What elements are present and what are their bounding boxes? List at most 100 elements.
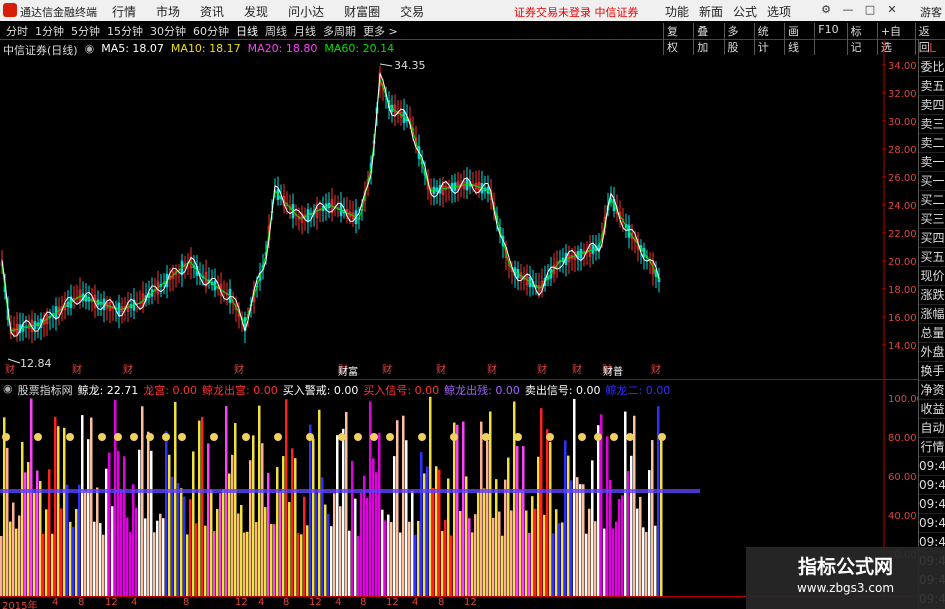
side-item-2[interactable]: 卖五 — [919, 77, 945, 96]
indicator-bar — [381, 509, 384, 596]
indicator-bar — [120, 490, 123, 596]
event-marker-6[interactable]: 财 — [436, 363, 446, 376]
indicator-bar — [429, 396, 432, 596]
period-tab-7[interactable]: 周线 — [265, 23, 287, 39]
side-item-5[interactable]: 卖二 — [919, 134, 945, 153]
time-tick-1: 4 — [52, 597, 59, 608]
minimize-icon[interactable]: — — [840, 2, 856, 18]
indicator-bar — [516, 446, 519, 596]
side-item-24[interactable]: 09:47 — [919, 495, 945, 514]
indicator-bar — [102, 534, 105, 596]
side-item-8[interactable]: 买二 — [919, 191, 945, 210]
indicator-bar — [81, 415, 84, 596]
menu-item-gongshi[interactable]: 公式 — [733, 3, 757, 20]
event-marker-2[interactable]: 财 — [123, 363, 133, 376]
indicator-name[interactable]: 股票指标网 — [18, 382, 73, 398]
side-item-9[interactable]: 买三 — [919, 210, 945, 229]
menu-item-wenxiaoda[interactable]: 问小达 — [288, 3, 324, 20]
event-marker-9[interactable]: 财 — [572, 363, 582, 376]
period-tab-9[interactable]: 多周期 — [323, 23, 356, 39]
period-tab-8[interactable]: 月线 — [294, 23, 316, 39]
indicator-bars — [0, 396, 663, 596]
side-item-14[interactable]: 涨幅 — [919, 305, 945, 324]
period-tab-2[interactable]: 5分钟 — [71, 23, 100, 39]
guest-label[interactable]: 游客 — [920, 4, 942, 20]
side-item-6[interactable]: 卖一 — [919, 153, 945, 172]
side-item-7[interactable]: 买一 — [919, 172, 945, 191]
close-icon[interactable]: ✕ — [884, 2, 900, 18]
event-marker-0[interactable]: 财 — [5, 363, 15, 376]
signal-icon — [514, 433, 522, 441]
indicator-bar — [648, 470, 651, 596]
indicator-bar — [84, 490, 87, 596]
event-markers: 财财财财财财财财财财财财财富 财普 — [5, 363, 661, 378]
side-item-12[interactable]: 现价 — [919, 267, 945, 286]
menu-item-jiaoyi[interactable]: 交易 — [400, 3, 424, 20]
side-item-1[interactable]: 委比 — [919, 58, 945, 77]
period-tab-6[interactable]: 日线 — [236, 23, 258, 39]
indicator-bar — [237, 513, 240, 596]
side-item-3[interactable]: 卖四 — [919, 96, 945, 115]
settings-icon[interactable]: ⚙ — [818, 2, 834, 18]
period-tab-5[interactable]: 60分钟 — [193, 23, 229, 39]
side-item-23[interactable]: 09:47 — [919, 476, 945, 495]
menu-item-xinmian[interactable]: 新面 — [699, 3, 723, 20]
period-tab-3[interactable]: 15分钟 — [107, 23, 143, 39]
period-tab-10[interactable]: 更多 > — [363, 23, 398, 39]
indicator-bar — [585, 533, 588, 596]
menu-item-shichang[interactable]: 市场 — [156, 3, 180, 20]
side-item-11[interactable]: 买五 — [919, 248, 945, 267]
side-item-17[interactable]: 换手 — [919, 362, 945, 381]
menu-item-faxian[interactable]: 发现 — [244, 3, 268, 20]
event-marker-1[interactable]: 财 — [72, 363, 82, 376]
event-marker-7[interactable]: 财 — [487, 363, 497, 376]
menu-item-zixun[interactable]: 资讯 — [200, 3, 224, 20]
event-marker-11[interactable]: 财 — [651, 363, 661, 376]
price-tick-3: 28.00 — [888, 145, 917, 156]
event-marker-labeled-1[interactable]: 财普 — [603, 365, 623, 378]
event-marker-5[interactable]: 财 — [382, 363, 392, 376]
menu-item-gongneng[interactable]: 功能 — [665, 3, 689, 20]
side-item-21[interactable]: 行情 — [919, 438, 945, 457]
indicator-toggle-icon[interactable]: ◉ — [3, 382, 13, 398]
menu-item-hangqing[interactable]: 行情 — [112, 3, 136, 20]
indicator-bar — [417, 520, 420, 596]
event-marker-3[interactable]: 财 — [234, 363, 244, 376]
indicator-bar — [654, 525, 657, 596]
side-item-25[interactable]: 09:47 — [919, 514, 945, 533]
menu-item-xuanxiang[interactable]: 选项 — [767, 3, 791, 20]
indicator-bar — [201, 416, 204, 596]
candlestick-chart[interactable]: 34.00 32.00 30.00 28.00 26.00 24.00 22.00 20.00… — [0, 39, 918, 599]
period-tab-4[interactable]: 30分钟 — [150, 23, 186, 39]
event-marker-labeled-0[interactable]: 财富 — [338, 365, 358, 378]
indicator-bar — [345, 411, 348, 596]
side-item-0[interactable]: L — [919, 39, 945, 58]
event-marker-8[interactable]: 财 — [537, 363, 547, 376]
indicator-bar — [360, 492, 363, 596]
period-tab-0[interactable]: 分时 — [6, 23, 28, 39]
menu-item-caifuquan[interactable]: 财富圈 — [344, 3, 380, 20]
indicator-bar — [441, 531, 444, 596]
indicator-bar — [612, 528, 615, 596]
side-item-13[interactable]: 涨跌 — [919, 286, 945, 305]
time-tick-14: 8 — [438, 597, 445, 608]
indicator-bar — [114, 399, 117, 596]
side-item-4[interactable]: 卖三 — [919, 115, 945, 134]
time-tick-12: 12 — [386, 597, 399, 608]
side-item-15[interactable]: 总量 — [919, 324, 945, 343]
login-notice[interactable]: 证券交易未登录 中信证券 — [514, 4, 639, 20]
indicator-bar — [105, 468, 108, 596]
signal-icon — [2, 433, 10, 441]
indicator-bar — [9, 521, 12, 596]
side-item-19[interactable]: 收益 — [919, 400, 945, 419]
indicator-bar — [252, 435, 255, 596]
period-tab-1[interactable]: 1分钟 — [35, 23, 64, 39]
watermark: 指标公式网 www.zbgs3.com — [746, 547, 945, 609]
indicator-bar — [108, 452, 111, 596]
maximize-icon[interactable]: □ — [862, 2, 878, 18]
side-item-20[interactable]: 自动 — [919, 419, 945, 438]
side-item-22[interactable]: 09:47 — [919, 457, 945, 476]
side-item-10[interactable]: 买四 — [919, 229, 945, 248]
side-item-16[interactable]: 外盘 — [919, 343, 945, 362]
side-item-18[interactable]: 净资 — [919, 381, 945, 400]
